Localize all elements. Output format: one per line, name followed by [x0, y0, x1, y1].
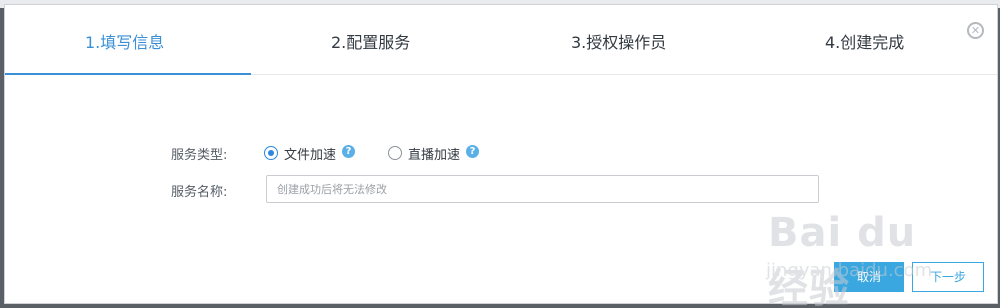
step-authorize-operator[interactable]: 3.授权操作员 [571, 29, 666, 53]
radio-file-acceleration[interactable] [264, 146, 278, 160]
create-service-dialog: 1.填写信息 2.配置服务 3.授权操作员 4.创建完成 ✕ 服务类型: 文件加… [4, 4, 998, 308]
wizard-steps: 1.填写信息 2.配置服务 3.授权操作员 4.创建完成 [5, 5, 997, 75]
step-fill-info[interactable]: 1.填写信息 [85, 29, 164, 53]
close-icon[interactable]: ✕ [967, 22, 984, 39]
radio-live-acceleration-label[interactable]: 直播加速 [408, 144, 460, 163]
service-type-label: 服务类型: [171, 148, 228, 163]
service-name-input[interactable] [266, 175, 819, 203]
active-step-underline [5, 73, 251, 75]
watermark-logo: Bai du 经验 [768, 210, 917, 308]
question-icon[interactable]: ? [466, 145, 479, 158]
cancel-button[interactable]: 取消 [834, 262, 904, 292]
question-icon[interactable]: ? [342, 145, 355, 158]
step-create-complete[interactable]: 4.创建完成 [825, 29, 904, 53]
service-name-label: 服务名称: [171, 185, 228, 200]
step-configure-service[interactable]: 2.配置服务 [331, 29, 410, 53]
radio-live-acceleration[interactable] [388, 146, 402, 160]
next-step-button[interactable]: 下一步 [912, 262, 984, 292]
radio-file-acceleration-label[interactable]: 文件加速 [284, 144, 336, 163]
